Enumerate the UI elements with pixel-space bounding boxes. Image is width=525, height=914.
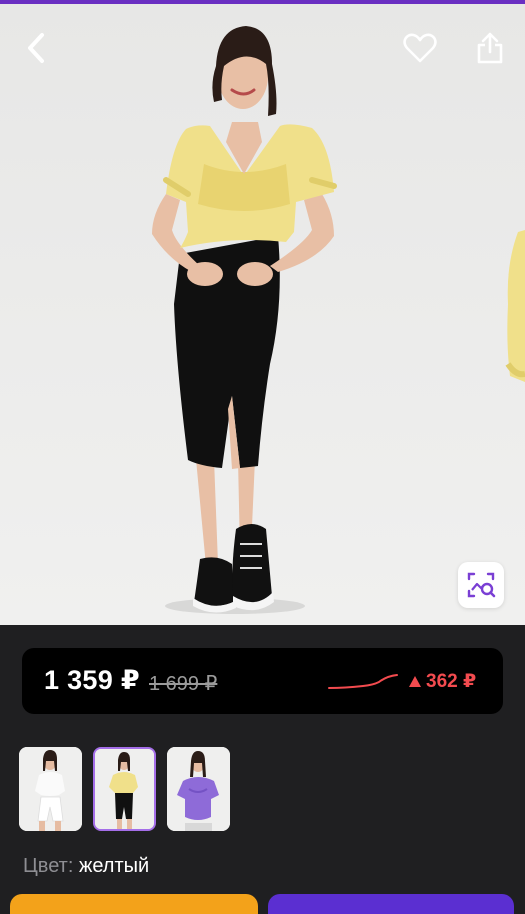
share-icon [477,32,503,64]
add-to-cart-button[interactable] [10,894,258,914]
share-button[interactable] [468,26,512,70]
price-change: 362 ₽ [408,670,476,693]
thumbnail-image [167,747,230,831]
buy-now-button[interactable] [268,894,514,914]
thumbnail-white[interactable] [19,747,82,831]
old-price: 1 699 ₽ [149,673,218,695]
price-card[interactable]: 1 359 ₽ 1 699 ₽ 362 ₽ [22,648,503,714]
price-change-value: 362 ₽ [426,671,477,692]
thumbnail-image [19,747,82,831]
thumbnail-image [95,749,154,829]
product-image[interactable] [0,4,525,625]
thumbnail-yellow[interactable] [93,747,156,831]
arrow-up-icon [409,676,421,687]
color-label: Цвет: [23,855,74,877]
color-info: Цвет: желтый [23,855,149,878]
color-value: желтый [78,855,150,877]
favorite-button[interactable] [398,26,442,70]
price-trend-graph [328,674,398,689]
chevron-left-icon [28,33,44,63]
heart-outline-icon [403,33,437,63]
product-photo [152,26,525,614]
thumbnail-purple[interactable] [167,747,230,831]
image-search-icon [467,572,496,598]
visual-search-button[interactable] [458,562,504,608]
back-button[interactable] [14,26,58,70]
color-thumbnails [19,747,230,831]
current-price: 1 359 ₽ [44,665,140,695]
